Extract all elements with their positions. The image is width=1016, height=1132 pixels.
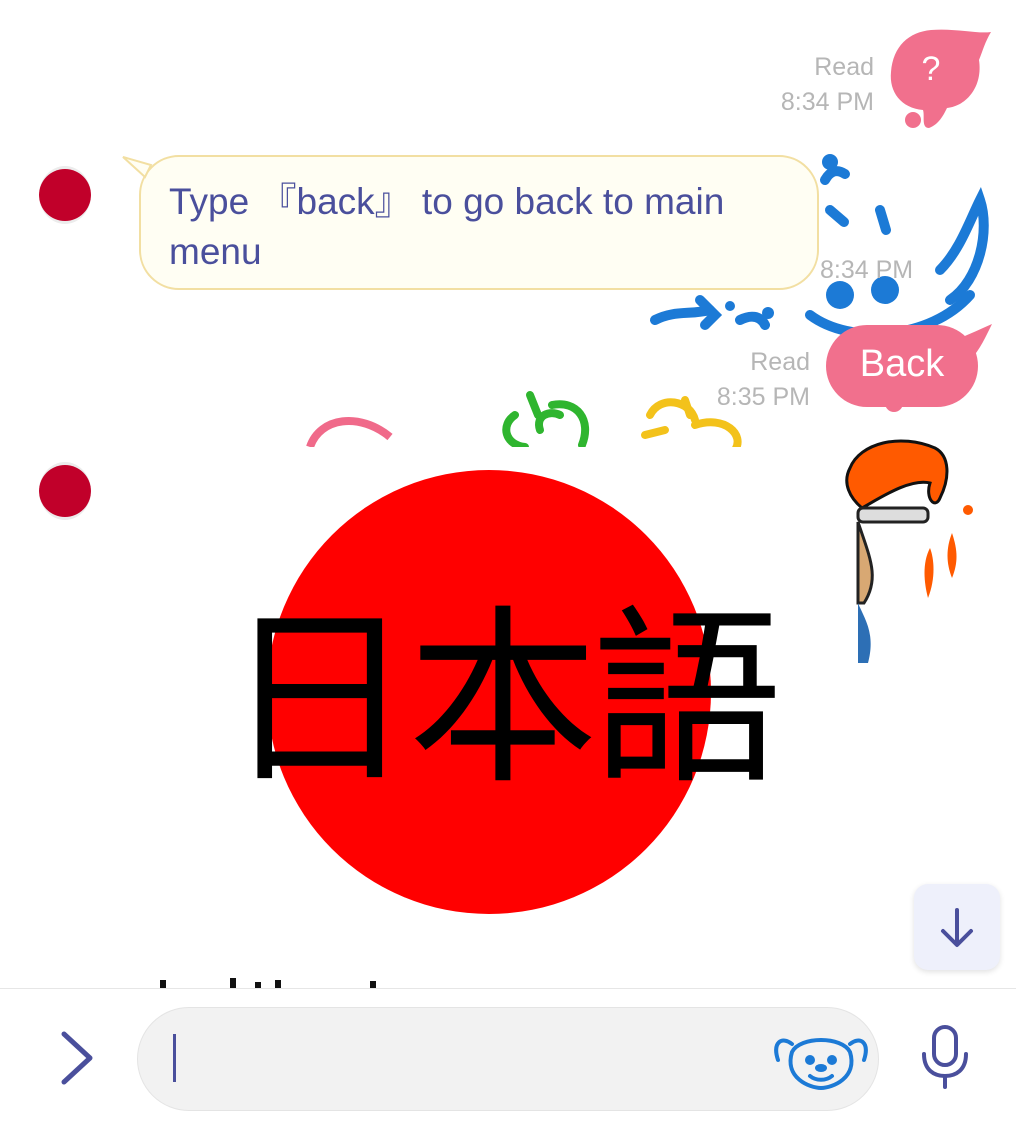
read-receipt: Read 8:34 PM [740, 50, 874, 120]
colorful-doodle-stickers-icon [306, 391, 742, 447]
arrow-down-icon [941, 908, 973, 947]
message-time: 8:34 PM [820, 256, 914, 284]
language-sticker-text[interactable]: 日本語 [210, 590, 790, 810]
expand-menu-button[interactable] [52, 1028, 100, 1088]
read-status: Read [750, 348, 810, 376]
message-time: 8:34 PM [780, 88, 874, 116]
sticker-button[interactable] [772, 1030, 870, 1091]
sent-sticker-bubble-question[interactable]: ? [887, 28, 995, 133]
text-caret [173, 1034, 176, 1082]
bot-avatar[interactable] [39, 462, 91, 520]
voice-input-button[interactable] [918, 1024, 972, 1090]
chevron-right-icon [61, 1031, 93, 1085]
read-status: Read [814, 53, 874, 81]
bubble-tail [122, 156, 153, 179]
bot-avatar[interactable] [39, 166, 91, 224]
bot-message-text: Type 『back』 to go back to main menu [169, 181, 725, 272]
microphone-icon [922, 1025, 968, 1089]
stitch-sticker-icon [774, 1038, 868, 1091]
scroll-to-bottom-button[interactable] [914, 884, 1000, 970]
bot-message-bubble[interactable]: Type 『back』 to go back to main menu [139, 155, 819, 290]
cartoon-character-sticker-icon [845, 439, 973, 663]
message-input-field[interactable] [137, 1007, 879, 1111]
sent-message-text: Back [859, 343, 945, 385]
pink-drip-icon [885, 395, 926, 412]
bubble-text: ? [921, 50, 941, 88]
